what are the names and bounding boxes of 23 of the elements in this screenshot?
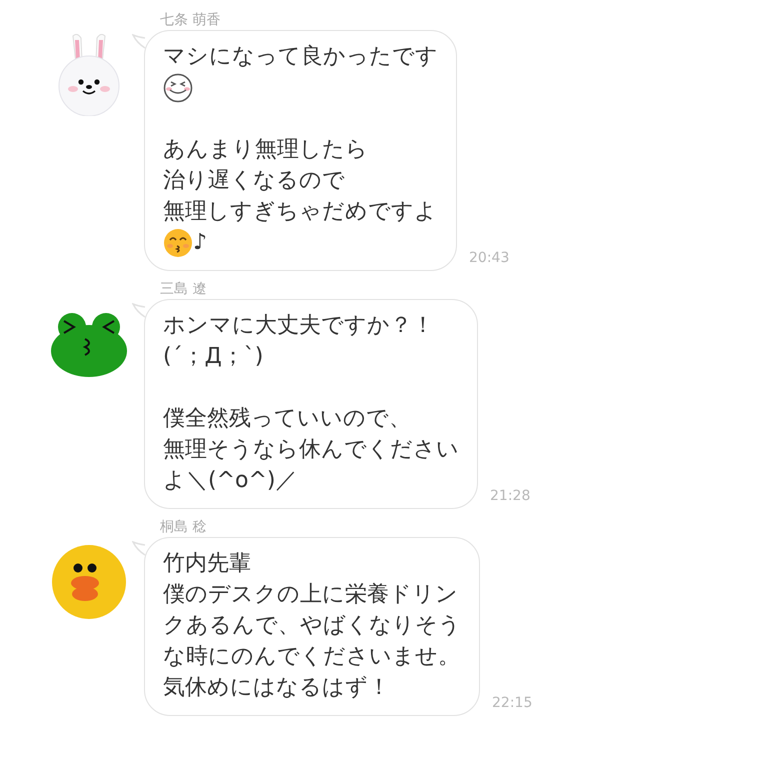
message-text: よ＼(^o^)／: [163, 467, 298, 495]
message-text: な時にのんでくださいませ。: [163, 643, 461, 671]
message-text: ホンマに大丈夫ですか？！: [163, 312, 435, 340]
message-time: 22:15: [492, 694, 532, 713]
sender-name: 三島 遼: [160, 280, 208, 299]
message-text: 治り遅くなるので: [163, 167, 346, 195]
message-text: 無理しすぎちゃだめですよ: [163, 198, 438, 226]
message-text: あんまり無理したら: [163, 136, 369, 164]
kissing-face-icon: [163, 228, 193, 258]
laughing-face-icon: [163, 72, 193, 103]
note-symbol: ♪: [193, 229, 208, 257]
message-text: 僕全然残っていいので、: [163, 405, 412, 433]
message-text: 気休めにはなるはず！: [163, 674, 391, 702]
message-time: 20:43: [469, 249, 510, 268]
message-text: 僕のデスクの上に栄養ドリン: [163, 581, 459, 609]
message-text: 無理そうなら休んでください: [163, 436, 459, 464]
message-text: マシになって良かったです: [163, 43, 438, 71]
message-text: 竹内先輩: [163, 550, 252, 578]
message-time: 21:28: [490, 487, 530, 506]
sender-name: 七条 萌香: [160, 11, 222, 30]
sender-name: 桐島 稔: [160, 518, 208, 537]
message-text: クあるんで、やばくなりそう: [163, 612, 461, 640]
message-text: (´；Д；`): [163, 343, 264, 371]
